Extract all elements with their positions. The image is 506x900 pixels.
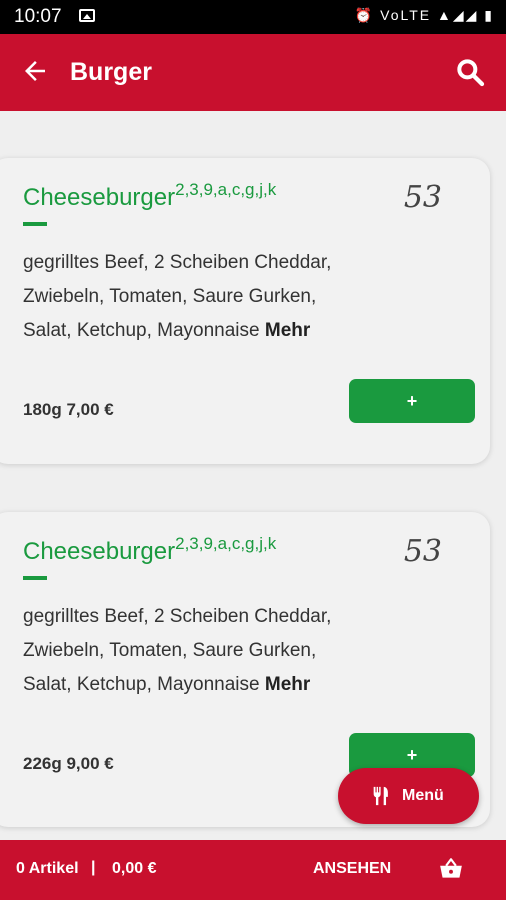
cart-total: 0,00 € bbox=[112, 860, 157, 877]
app-bar: Burger bbox=[0, 34, 506, 111]
cutlery-icon bbox=[373, 786, 388, 806]
search-icon[interactable] bbox=[454, 56, 486, 88]
allergen-codes: 2,3,9,a,c,g,j,k bbox=[175, 180, 277, 199]
product-description: gegrilltes Beef, 2 Scheiben Cheddar, Zwi… bbox=[23, 252, 332, 341]
title-underline bbox=[23, 576, 47, 580]
status-bar: 10:07 ⏰ VoLTE ▲◢◢ ▮ bbox=[0, 0, 506, 34]
product-description: gegrilltes Beef, 2 Scheiben Cheddar, Zwi… bbox=[23, 606, 332, 695]
cart-separator: | bbox=[91, 859, 96, 876]
back-arrow-icon[interactable] bbox=[20, 56, 50, 86]
product-name[interactable]: Cheeseburger2,3,9,a,c,g,j,k bbox=[23, 180, 276, 212]
product-price: 180g 7,00 € bbox=[23, 400, 114, 419]
product-card: Cheeseburger2,3,9,a,c,g,j,k 53 gegrillte… bbox=[0, 158, 490, 464]
add-to-cart-button[interactable]: + bbox=[349, 379, 475, 423]
product-name[interactable]: Cheeseburger2,3,9,a,c,g,j,k bbox=[23, 534, 276, 566]
title-underline bbox=[23, 222, 47, 226]
status-time: 10:07 bbox=[14, 6, 62, 27]
image-notification-icon bbox=[79, 9, 95, 22]
allergen-codes: 2,3,9,a,c,g,j,k bbox=[175, 534, 277, 553]
status-icons: ⏰ VoLTE ▲◢◢ ▮ bbox=[354, 7, 494, 23]
product-number: 53 bbox=[403, 180, 442, 215]
cart-bar: 0 Artikel | 0,00 € ANSEHEN bbox=[0, 840, 506, 900]
more-link[interactable]: Mehr bbox=[265, 320, 310, 341]
page-title: Burger bbox=[70, 58, 152, 86]
basket-icon[interactable] bbox=[438, 856, 464, 882]
view-cart-button[interactable]: ANSEHEN bbox=[313, 860, 391, 878]
more-link[interactable]: Mehr bbox=[265, 674, 310, 695]
menu-button[interactable]: Menü bbox=[338, 768, 479, 824]
product-number: 53 bbox=[403, 534, 442, 569]
cart-item-count: 0 Artikel bbox=[16, 860, 79, 877]
menu-label: Menü bbox=[402, 787, 444, 804]
product-price: 226g 9,00 € bbox=[23, 754, 114, 773]
